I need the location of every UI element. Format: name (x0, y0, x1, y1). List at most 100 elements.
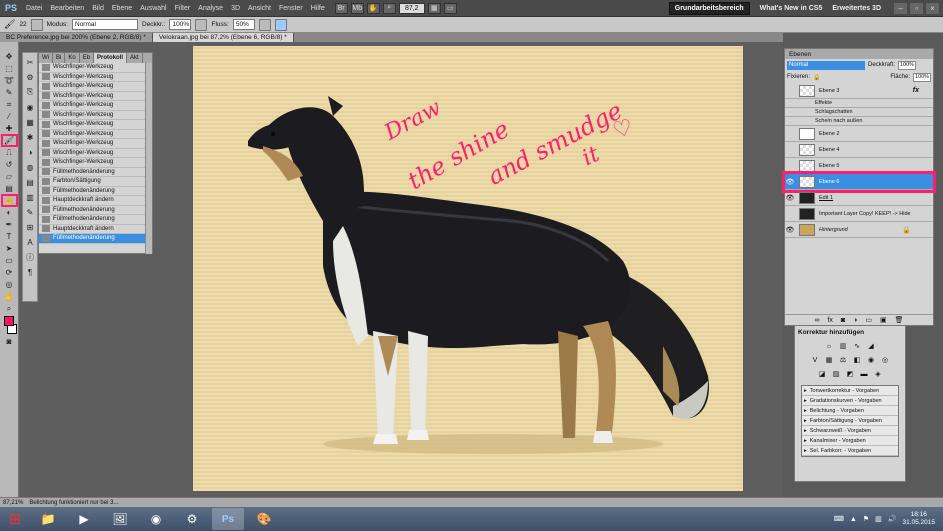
screen-mode-icon[interactable]: ▭ (443, 2, 457, 14)
history-item[interactable]: Füllmethodenänderung (39, 168, 146, 177)
workspace-whats-new[interactable]: What's New in CS5 (760, 5, 823, 12)
preset-item[interactable]: Tonwertkorrektur - Vorgaben (802, 386, 898, 396)
blend-mode-select[interactable]: Normal (787, 60, 865, 70)
pressure-size-toggle[interactable] (274, 18, 287, 31)
layer-row[interactable]: Ebene 3 fx (785, 83, 933, 99)
hand-icon[interactable]: ✋ (366, 2, 380, 14)
history-item[interactable]: Füllmethodenänderung (39, 215, 146, 225)
volume-icon[interactable]: 🔊 (888, 515, 897, 523)
menu-hilfe[interactable]: Hilfe (307, 5, 329, 12)
opacity-field[interactable]: 100% (169, 19, 192, 30)
keyboard-icon[interactable]: ⌨ (834, 515, 844, 523)
menu-bild[interactable]: Bild (88, 5, 108, 12)
layer-effect-row[interactable]: Effekte (785, 99, 933, 108)
pen-tool-icon[interactable]: ✒ (3, 220, 16, 229)
arrange-icon[interactable]: ▦ (427, 2, 441, 14)
gradient-tool-icon[interactable]: ▤ (3, 184, 16, 193)
history-item[interactable]: Hauptdeckkraft ändern (39, 196, 146, 206)
clone-source-icon[interactable]: ⎘ (25, 87, 35, 97)
brush-presets-icon[interactable]: ⚙ (25, 72, 35, 82)
tab-eb[interactable]: Eb (80, 53, 95, 63)
quick-select-tool-icon[interactable]: ✎ (3, 88, 16, 97)
hue-saturation-icon[interactable]: ▦ (824, 355, 834, 365)
invert-icon[interactable]: ◪ (817, 369, 827, 379)
menu-3d[interactable]: 3D (227, 5, 244, 12)
character-icon[interactable]: A (25, 237, 35, 247)
brightness-icon[interactable]: ☼ (824, 341, 834, 351)
layers-panel-title[interactable]: Ebenen (785, 49, 933, 59)
trash-icon[interactable]: 🗑 (895, 316, 904, 324)
crop-tool-icon[interactable]: ⌗ (3, 100, 16, 109)
zoom-icon[interactable]: ⌕ (382, 2, 396, 14)
move-tool-icon[interactable]: ✥ (3, 52, 16, 61)
add-mask-icon[interactable]: ◙ (841, 317, 845, 324)
eyedropper-tool-icon[interactable]: ⁄ (3, 112, 16, 121)
type-tool-icon[interactable]: T (3, 232, 16, 241)
fx-icon[interactable]: fx (913, 87, 919, 94)
layer-row-active[interactable]: 👁 Ebene 6 (782, 171, 936, 193)
history-item[interactable]: Wischfinger-Werkzeug (39, 130, 146, 139)
minibridge-icon[interactable]: Mb (350, 2, 364, 14)
history-item[interactable]: Füllmethodenänderung (39, 206, 146, 215)
curves-icon[interactable]: ∿ (852, 341, 862, 351)
tab-ko[interactable]: Ko (65, 53, 80, 63)
group-icon[interactable]: ▭ (865, 316, 872, 324)
threshold-icon[interactable]: ◩ (845, 369, 855, 379)
network-icon[interactable]: ▥ (875, 515, 882, 523)
new-layer-icon[interactable]: ▣ (880, 316, 887, 324)
exposure-icon[interactable]: ◢ (866, 341, 876, 351)
tray-arrow-icon[interactable]: ▲ (850, 516, 857, 523)
start-button-icon[interactable]: ⊞ (0, 508, 30, 530)
doc-tab-velokraan[interactable]: Velokraan.jpg bei 87,2% (Ebene 6, RGB/8)… (152, 33, 294, 42)
brush-panel-toggle[interactable] (30, 18, 43, 31)
lasso-tool-icon[interactable]: ➰ (3, 76, 16, 85)
3d-rotate-tool-icon[interactable]: ⟳ (3, 268, 16, 277)
layer-comps-icon[interactable]: ▤ (25, 177, 35, 187)
hand-tool-icon[interactable]: ✋ (3, 292, 16, 301)
shape-tool-icon[interactable]: ▭ (3, 256, 16, 265)
layer-effect-row[interactable]: Schlagschatten (785, 108, 933, 117)
paths-icon[interactable]: ✎ (25, 207, 35, 217)
menu-bearbeiten[interactable]: Bearbeiten (46, 5, 88, 12)
menu-ansicht[interactable]: Ansicht (244, 5, 275, 12)
flow-field[interactable]: 50% (232, 19, 255, 30)
history-item[interactable]: Wischfinger-Werkzeug (39, 111, 146, 120)
control-panel-icon[interactable]: ⚙ (176, 508, 208, 530)
photo-filter-icon[interactable]: ◉ (866, 355, 876, 365)
airbrush-toggle[interactable] (258, 18, 271, 31)
paragraph-icon[interactable]: ¶ (25, 267, 35, 277)
3d-orbit-tool-icon[interactable]: ◎ (3, 280, 16, 289)
levels-icon[interactable]: ▥ (838, 341, 848, 351)
layer-effect-row[interactable]: Schein nach außen (785, 117, 933, 126)
layer-row[interactable]: 👁 Edit 1 (785, 190, 933, 206)
chrome-icon[interactable]: ◉ (140, 508, 172, 530)
flag-icon[interactable]: ⚑ (863, 515, 869, 523)
preset-item[interactable]: Belichtung - Vorgaben (802, 406, 898, 416)
preset-item[interactable]: Kanalmixer - Vorgaben (802, 436, 898, 446)
menu-fenster[interactable]: Fenster (275, 5, 307, 12)
clone-stamp-tool-icon[interactable]: ⎍ (3, 148, 16, 157)
maximize-icon[interactable]: ▫ (910, 3, 923, 14)
preset-item[interactable]: Sel. Farbkorr. - Vorgaben (802, 446, 898, 456)
gradient-map-icon[interactable]: ▬ (859, 369, 869, 379)
photoshop-taskbar-icon[interactable]: Ps (212, 508, 244, 530)
tab-bi[interactable]: Bi (53, 53, 66, 63)
paint-icon[interactable]: 🎨 (248, 508, 280, 530)
history-scrollbar[interactable] (145, 63, 152, 254)
clock[interactable]: 18:16 31.05.2015 (902, 511, 935, 527)
tool-preset-icon[interactable]: 🖌 (4, 19, 15, 30)
menu-filter[interactable]: Filter (171, 5, 195, 12)
history-item-active[interactable]: Füllmethodenänderung (39, 234, 146, 244)
layer-row[interactable]: Ebene 2 (785, 126, 933, 142)
posterize-icon[interactable]: ▨ (831, 369, 841, 379)
menu-auswahl[interactable]: Auswahl (136, 5, 170, 12)
zoom-tool-icon[interactable]: ⌕ (3, 304, 16, 313)
adjustment-layer-icon[interactable]: ◑ (853, 317, 857, 324)
eye-icon[interactable]: 👁 (785, 178, 795, 186)
info-icon[interactable]: ⓘ (25, 252, 35, 262)
history-item[interactable]: Wischfinger-Werkzeug (39, 63, 146, 73)
media-player-icon[interactable]: ▶ (68, 508, 100, 530)
photo-viewer-icon[interactable]: 🖼 (104, 508, 136, 530)
history-item[interactable]: Wischfinger-Werkzeug (39, 120, 146, 130)
history-item[interactable]: Wischfinger-Werkzeug (39, 149, 146, 158)
